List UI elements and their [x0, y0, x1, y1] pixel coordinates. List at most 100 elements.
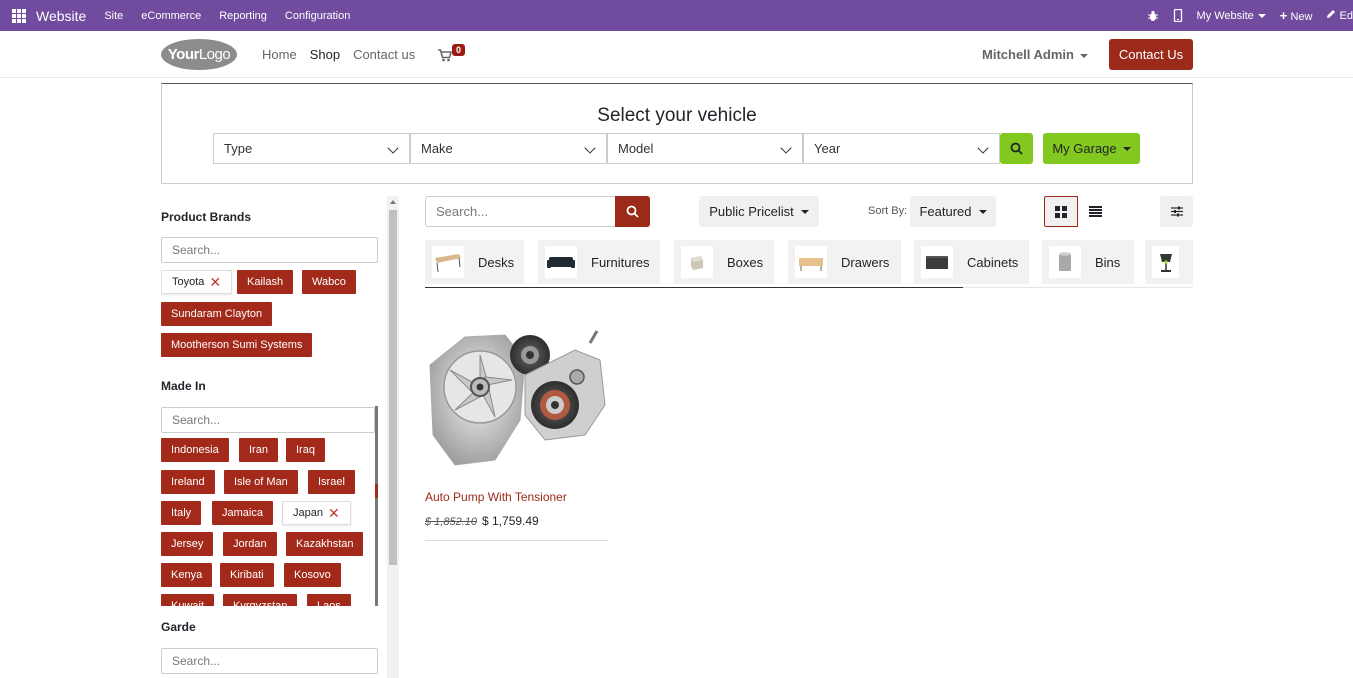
chevron-down-icon	[1122, 146, 1131, 151]
category-boxes[interactable]: Boxes	[674, 240, 774, 284]
bin-thumbnail	[1049, 246, 1081, 278]
chevron-down-icon	[977, 142, 989, 154]
garde-search-input[interactable]: Search...	[161, 648, 378, 674]
user-menu[interactable]: Mitchell Admin	[982, 47, 1088, 62]
contact-us-button[interactable]: Contact Us	[1109, 39, 1193, 70]
apps-grid-icon[interactable]	[12, 8, 26, 23]
admin-bar: Website Site eCommerce Reporting Configu…	[0, 0, 1353, 31]
country-tag[interactable]: Kyrgyzstan	[223, 594, 298, 606]
country-tag[interactable]: Kuwait	[161, 594, 215, 606]
country-tag[interactable]: Jersey	[161, 532, 214, 556]
my-garage-button[interactable]: My Garage	[1043, 133, 1140, 164]
country-tag[interactable]: Isle of Man	[224, 470, 298, 494]
country-tag[interactable]: Ireland	[161, 470, 215, 494]
pricelist-dropdown[interactable]: Public Pricelist	[699, 196, 819, 227]
country-tag[interactable]: Italy	[161, 501, 202, 525]
website-switcher[interactable]: My Website	[1197, 10, 1266, 22]
country-tag[interactable]: Kenya	[161, 563, 213, 587]
category-carousel: Desks Furnitures Boxes Drawers Cabinets …	[425, 240, 1193, 288]
brand-tag-wabco[interactable]: Wabco	[302, 270, 356, 294]
close-icon[interactable]: ✕	[209, 275, 221, 289]
mobile-preview-icon[interactable]	[1173, 9, 1183, 22]
site-header: Your Logo Home Shop Contact us 0 Mitchell…	[0, 31, 1353, 78]
category-underline	[425, 287, 963, 288]
site-logo[interactable]: Your Logo	[161, 39, 237, 70]
sort-dropdown[interactable]: Featured	[910, 196, 996, 227]
list-view-button[interactable]	[1078, 196, 1112, 227]
nav-contact[interactable]: Contact us	[353, 47, 415, 62]
brand-tag-toyota[interactable]: Toyota ✕	[161, 270, 233, 294]
nav-home[interactable]: Home	[262, 47, 297, 62]
category-drawers[interactable]: Drawers	[788, 240, 901, 284]
vehicle-make-select[interactable]: Make	[410, 133, 607, 164]
madein-title: Made In	[161, 379, 206, 393]
madein-scrollbar[interactable]	[375, 406, 378, 606]
country-tag[interactable]: Kosovo	[284, 563, 341, 587]
country-tag[interactable]: Kiribati	[220, 563, 274, 587]
product-image[interactable]	[425, 325, 608, 475]
sofa-thumbnail	[545, 246, 577, 278]
admin-menu-ecommerce[interactable]: eCommerce	[141, 10, 201, 22]
list-icon	[1088, 206, 1102, 217]
scroll-up-icon[interactable]	[390, 200, 396, 204]
country-tag[interactable]: Kazakhstan	[286, 532, 364, 556]
brand-tag-sundaram-clayton[interactable]: Sundaram Clayton	[161, 302, 273, 326]
chevron-down-icon	[387, 142, 399, 154]
category-bins[interactable]: Bins	[1042, 240, 1134, 284]
product-old-price: $ 1,852.10	[425, 516, 477, 528]
vehicle-type-select[interactable]: Type	[213, 133, 410, 164]
category-lamps[interactable]	[1145, 240, 1193, 284]
country-tag[interactable]: Indonesia	[161, 438, 229, 462]
madein-search-input[interactable]: Search...	[161, 407, 375, 433]
cabinet-thumbnail	[921, 246, 953, 278]
admin-menu-configuration[interactable]: Configuration	[285, 10, 350, 22]
category-desks[interactable]: Desks	[425, 240, 524, 284]
country-tag-japan[interactable]: Japan ✕	[282, 501, 351, 525]
chevron-down-icon	[1079, 53, 1088, 58]
country-tag[interactable]: Iraq	[286, 438, 325, 462]
category-furnitures[interactable]: Furnitures	[538, 240, 660, 284]
product-search-input[interactable]: Search...	[425, 196, 616, 227]
sidebar-scroll-thumb[interactable]	[389, 210, 397, 565]
plus-icon: +	[1279, 8, 1288, 23]
admin-menu-site[interactable]: Site	[104, 10, 123, 22]
product-name[interactable]: Auto Pump With Tensioner	[425, 490, 567, 504]
brand-tag-mootherson[interactable]: Mootherson Sumi Systems	[161, 333, 313, 357]
country-tag[interactable]: Laos	[307, 594, 351, 606]
admin-bar-right: My Website + New Ed	[1147, 0, 1353, 31]
chevron-down-icon	[1257, 13, 1266, 18]
vehicle-title: Select your vehicle	[597, 105, 757, 126]
vehicle-year-select[interactable]: Year	[803, 133, 1000, 164]
product-divider	[425, 540, 608, 541]
garde-title: Garde	[161, 620, 196, 634]
country-tag[interactable]: Jamaica	[212, 501, 273, 525]
vehicle-model-select[interactable]: Model	[607, 133, 803, 164]
category-cabinets[interactable]: Cabinets	[914, 240, 1029, 284]
chevron-down-icon	[800, 209, 809, 214]
search-icon	[1010, 142, 1023, 155]
lamp-thumbnail	[1152, 246, 1179, 278]
madein-list: Search... Indonesia Iran Iraq Ireland Is…	[161, 406, 380, 606]
country-tag[interactable]: Israel	[308, 470, 355, 494]
cart-link[interactable]: 0	[438, 44, 468, 64]
brand-tag-kailash[interactable]: Kailash	[237, 270, 294, 294]
vehicle-search-button[interactable]	[1000, 133, 1033, 164]
admin-menu-reporting[interactable]: Reporting	[219, 10, 267, 22]
filter-options-button[interactable]	[1160, 196, 1193, 227]
main-nav: Home Shop Contact us	[262, 31, 415, 78]
desk-thumbnail	[432, 246, 464, 278]
grid-icon	[1055, 205, 1067, 218]
grid-view-button[interactable]	[1044, 196, 1078, 227]
edit-button[interactable]: Ed	[1326, 9, 1353, 22]
bug-icon[interactable]	[1147, 10, 1159, 22]
nav-shop[interactable]: Shop	[310, 47, 340, 62]
country-tag[interactable]: Iran	[239, 438, 278, 462]
brands-search-input[interactable]: Search...	[161, 237, 378, 263]
sidebar-scrollbar[interactable]	[387, 196, 399, 678]
cart-icon	[438, 49, 452, 62]
close-icon[interactable]: ✕	[328, 506, 340, 520]
country-tag[interactable]: Jordan	[223, 532, 277, 556]
admin-brand[interactable]: Website	[36, 8, 86, 24]
new-button[interactable]: + New	[1280, 8, 1313, 23]
product-search-button[interactable]	[615, 196, 650, 227]
